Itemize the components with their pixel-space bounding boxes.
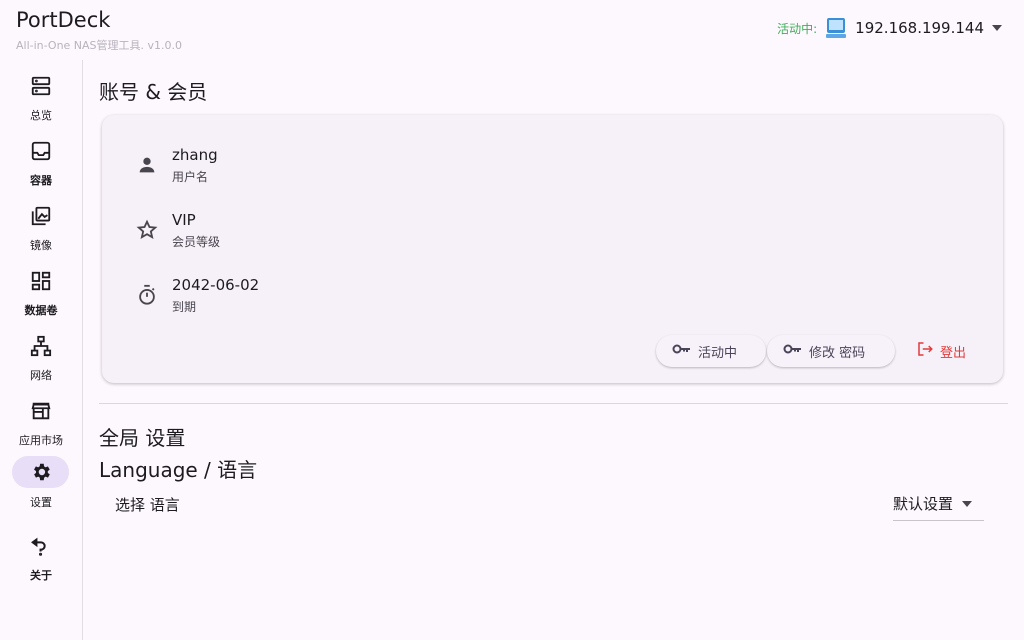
sidebar-item-network[interactable]: 网络 xyxy=(0,324,82,386)
language-label: 选择 语言 xyxy=(115,496,180,514)
chevron-down-icon[interactable] xyxy=(992,25,1002,31)
expiry-value: 2042-06-02 xyxy=(172,276,260,294)
level-value: VIP xyxy=(172,211,196,229)
help-icon xyxy=(24,533,58,559)
sidebar-item-label: 总览 xyxy=(30,109,52,122)
change-password-button[interactable]: 修改 密码 xyxy=(767,335,895,367)
section-divider xyxy=(99,403,1008,404)
username-caption: 用户名 xyxy=(172,170,209,184)
key-icon xyxy=(672,342,692,360)
account-card: zhang 用户名 VIP 会员等级 2042-06-02 到期 活动中 修改 … xyxy=(102,115,1003,383)
expiry-caption: 到期 xyxy=(172,300,197,314)
logout-icon xyxy=(916,340,934,362)
language-section-title: Language / 语言 xyxy=(99,458,258,482)
sidebar-item-volumes[interactable]: 数据卷 xyxy=(0,259,82,321)
sidebar-nav: 总览 容器 镜像 数据卷 网络 应用市场 设置 关于 xyxy=(0,60,83,640)
language-select[interactable]: 默认设置 xyxy=(893,493,984,521)
key-icon xyxy=(783,342,803,360)
sidebar-item-appstore[interactable]: 应用市场 xyxy=(0,389,82,451)
sidebar-item-overview[interactable]: 总览 xyxy=(0,64,82,126)
sidebar-item-images[interactable]: 镜像 xyxy=(0,194,82,256)
store-icon xyxy=(24,398,58,424)
sidebar-item-settings[interactable]: 设置 xyxy=(0,456,82,522)
images-icon xyxy=(24,203,58,229)
host-ip: 192.168.199.144 xyxy=(855,19,984,37)
timer-icon xyxy=(136,284,158,306)
app-subtitle: All-in-One NAS管理工具. v1.0.0 xyxy=(16,39,183,52)
status-label: 活动中: xyxy=(777,21,818,36)
gear-icon xyxy=(12,456,69,488)
settings-section-title: 全局 设置 xyxy=(99,426,186,450)
host-selector[interactable]: 活动中: 192.168.199.144 xyxy=(777,17,1002,39)
sidebar-item-label: 网络 xyxy=(30,369,52,382)
level-caption: 会员等级 xyxy=(172,235,221,249)
app-header: PortDeck All-in-One NAS管理工具. v1.0.0 活动中:… xyxy=(0,0,1024,58)
person-icon xyxy=(136,154,158,176)
star-icon xyxy=(136,219,158,241)
server-icon xyxy=(24,73,58,99)
sidebar-item-label: 关于 xyxy=(30,569,52,582)
logout-button[interactable]: 登出 xyxy=(900,335,986,367)
chevron-down-icon xyxy=(962,501,973,507)
network-icon xyxy=(24,333,58,359)
logout-label: 登出 xyxy=(940,345,967,361)
sidebar-item-label: 镜像 xyxy=(30,239,52,252)
change-password-label: 修改 密码 xyxy=(809,345,866,361)
sidebar-item-label: 数据卷 xyxy=(24,304,58,317)
sidebar-item-about[interactable]: 关于 xyxy=(0,524,82,586)
sidebar-item-label: 应用市场 xyxy=(19,434,63,447)
username-value: zhang xyxy=(172,146,218,164)
dashboard-icon xyxy=(24,268,58,294)
active-button-label: 活动中 xyxy=(698,345,738,361)
inbox-icon xyxy=(24,138,58,164)
account-section-title: 账号 & 会员 xyxy=(99,80,208,104)
computer-icon xyxy=(825,17,847,39)
sidebar-item-label: 设置 xyxy=(30,496,52,509)
language-select-value: 默认设置 xyxy=(893,495,954,513)
active-button[interactable]: 活动中 xyxy=(656,335,766,367)
app-title: PortDeck xyxy=(16,8,111,32)
sidebar-item-containers[interactable]: 容器 xyxy=(0,129,82,191)
sidebar-item-label: 容器 xyxy=(30,174,52,187)
